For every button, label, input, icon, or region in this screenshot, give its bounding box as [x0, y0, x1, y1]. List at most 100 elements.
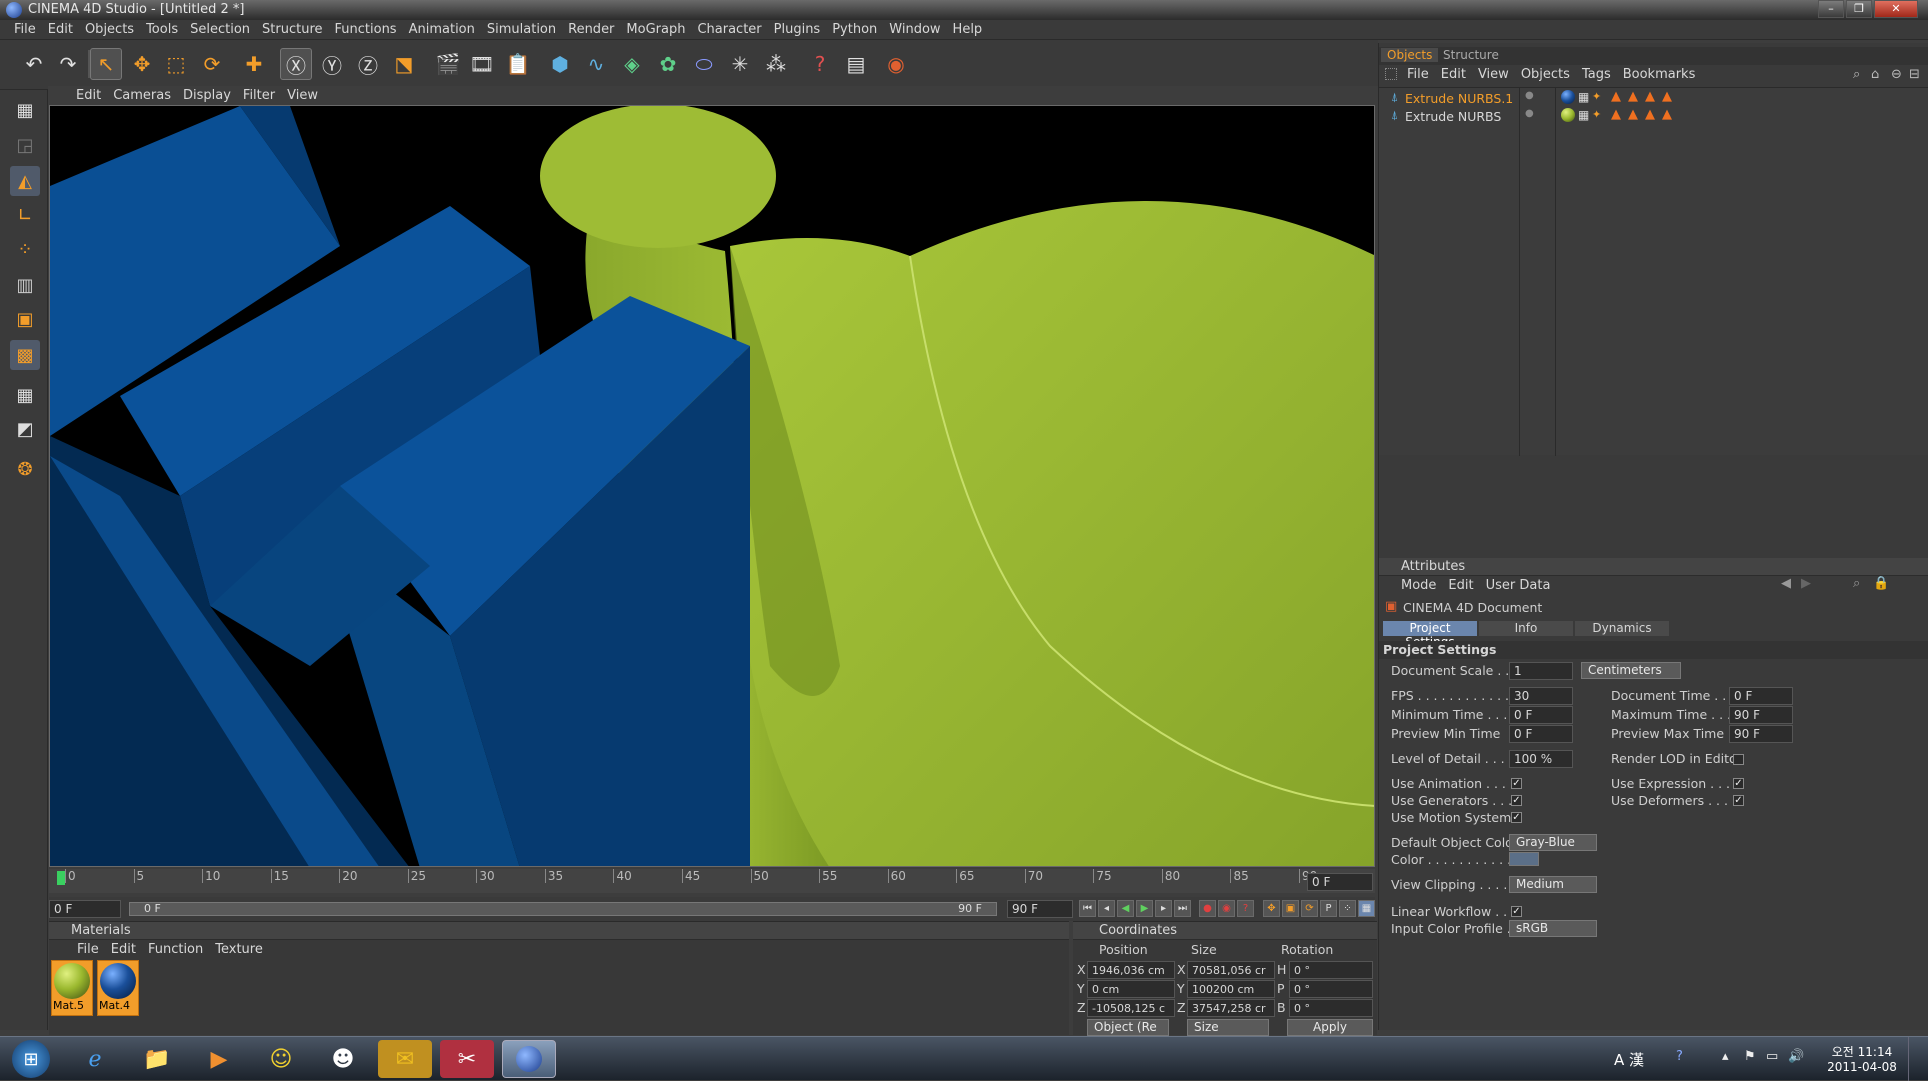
- use-generators-checkbox[interactable]: ✓: [1511, 795, 1522, 806]
- timeline-ruler[interactable]: 051015202530354045505560657075808590 0 F: [49, 869, 1375, 893]
- particles-icon[interactable]: ⁂: [760, 48, 792, 80]
- objects-menu-tags[interactable]: Tags: [1576, 65, 1617, 84]
- size-x-field[interactable]: 70581,056 cr: [1187, 961, 1275, 979]
- close-button[interactable]: ✕: [1874, 0, 1918, 18]
- scene-icon[interactable]: ✳: [724, 48, 756, 80]
- scale-icon[interactable]: ⬚: [160, 48, 192, 80]
- polygons-mode-icon[interactable]: ▣: [10, 304, 40, 334]
- menu-window[interactable]: Window: [883, 20, 946, 39]
- objects-menu-bookmarks[interactable]: Bookmarks: [1617, 65, 1702, 84]
- go-to-end-icon[interactable]: ⏭: [1174, 900, 1191, 917]
- 3d-viewport[interactable]: [49, 105, 1375, 867]
- key-parameter-icon[interactable]: P: [1320, 900, 1337, 917]
- object-name[interactable]: Extrude NURBS.1: [1405, 91, 1513, 106]
- material-menu-file[interactable]: File: [71, 940, 105, 959]
- menu-help[interactable]: Help: [947, 20, 989, 39]
- action-center-flag-icon[interactable]: ⚑: [1744, 1049, 1756, 1064]
- forward-arrow-icon[interactable]: ▶: [1801, 576, 1811, 591]
- object-axis-icon[interactable]: ∟: [10, 200, 40, 230]
- attributes-menu-user-data[interactable]: User Data: [1480, 576, 1557, 595]
- material-swatch-mat4[interactable]: Mat.4: [97, 960, 139, 1016]
- position-y-field[interactable]: 0 cm: [1087, 980, 1175, 998]
- size-y-field[interactable]: 100200 cm: [1187, 980, 1275, 998]
- fps-field[interactable]: 30: [1509, 687, 1573, 705]
- end-frame-field[interactable]: 90 F: [1007, 900, 1073, 918]
- network-icon[interactable]: ▭: [1766, 1049, 1778, 1064]
- layout-icon[interactable]: ▤: [840, 48, 872, 80]
- key-scale-icon[interactable]: ▣: [1282, 900, 1299, 917]
- document-time-field[interactable]: 0 F: [1729, 687, 1793, 705]
- maximum-time-field[interactable]: 90 F: [1729, 706, 1793, 724]
- tab-info[interactable]: Info: [1479, 621, 1573, 636]
- position-x-field[interactable]: 1946,036 cm: [1087, 961, 1175, 979]
- use-expression-checkbox[interactable]: ✓: [1733, 778, 1744, 789]
- menu-simulation[interactable]: Simulation: [481, 20, 562, 39]
- internet-explorer-icon[interactable]: ℯ: [68, 1040, 122, 1078]
- coordinate-system-icon[interactable]: ⬔: [388, 48, 420, 80]
- phong-tag-icon[interactable]: ✦: [1592, 90, 1601, 103]
- model-mode-icon[interactable]: ◭: [10, 166, 40, 196]
- messenger-icon[interactable]: ☺: [254, 1040, 308, 1078]
- objects-menu-edit[interactable]: Edit: [1435, 65, 1472, 84]
- menu-file[interactable]: File: [8, 20, 42, 39]
- maximize-panel-icon[interactable]: ⊟: [1909, 67, 1920, 82]
- material-swatch-mat5[interactable]: Mat.5: [51, 960, 93, 1016]
- back-arrow-icon[interactable]: ◀: [1781, 576, 1791, 591]
- visibility-dots-icon[interactable]: ●: [1525, 108, 1534, 119]
- show-hidden-icons[interactable]: ▴: [1722, 1049, 1729, 1064]
- points-mode-icon[interactable]: ⁘: [10, 234, 40, 264]
- apply-button[interactable]: Apply: [1287, 1019, 1373, 1036]
- input-color-profile-dropdown[interactable]: sRGB: [1509, 920, 1597, 937]
- preview-range-slider[interactable]: 0 F 90 F: [129, 902, 997, 916]
- use-deformers-checkbox[interactable]: ✓: [1733, 795, 1744, 806]
- current-frame-field[interactable]: 0 F: [1307, 873, 1373, 891]
- material-tag-icon[interactable]: [1561, 108, 1575, 122]
- object-name[interactable]: Extrude NURBS: [1405, 109, 1501, 124]
- menu-functions[interactable]: Functions: [329, 20, 403, 39]
- start-frame-field[interactable]: 0 F: [49, 900, 121, 918]
- ime-indicator[interactable]: A 漢: [1614, 1049, 1644, 1070]
- level-of-detail-field[interactable]: 100 %: [1509, 750, 1573, 768]
- key-position-icon[interactable]: ✥: [1263, 900, 1280, 917]
- menu-animation[interactable]: Animation: [403, 20, 481, 39]
- previous-key-icon[interactable]: ◂: [1098, 900, 1115, 917]
- size-z-field[interactable]: 37547,258 cr: [1187, 999, 1275, 1017]
- scheme-icon[interactable]: ▦: [1358, 900, 1375, 917]
- maximize-button[interactable]: ❐: [1846, 0, 1872, 18]
- material-menu-edit[interactable]: Edit: [105, 940, 142, 959]
- record-icon[interactable]: ●: [1199, 900, 1216, 917]
- render-lod-checkbox[interactable]: [1733, 754, 1744, 765]
- document-scale-field[interactable]: 1: [1509, 662, 1573, 680]
- move-icon[interactable]: ✥: [126, 48, 158, 80]
- visibility-dots-icon[interactable]: ●: [1525, 90, 1534, 101]
- keyframe-selection-icon[interactable]: ?: [1237, 900, 1254, 917]
- spline-icon[interactable]: ∿: [580, 48, 612, 80]
- minimum-time-field[interactable]: 0 F: [1509, 706, 1573, 724]
- key-pla-icon[interactable]: ⁘: [1339, 900, 1356, 917]
- panel-grip-icon[interactable]: [1385, 68, 1397, 80]
- texture-tag-icon[interactable]: ▦: [1578, 90, 1589, 104]
- preview-min-time-field[interactable]: 0 F: [1509, 725, 1573, 743]
- home-icon[interactable]: ⌂: [1871, 67, 1879, 82]
- play-backward-icon[interactable]: ◀: [1117, 900, 1134, 917]
- capture-app-icon[interactable]: ✂: [440, 1040, 494, 1078]
- linear-workflow-checkbox[interactable]: ✓: [1511, 906, 1522, 917]
- play-forward-icon[interactable]: ▶: [1136, 900, 1153, 917]
- notes-app-icon[interactable]: ✉: [378, 1040, 432, 1078]
- objects-menu-objects[interactable]: Objects: [1515, 65, 1576, 84]
- sculpt-icon[interactable]: ❂: [10, 454, 40, 484]
- size-mode-dropdown[interactable]: Size: [1187, 1019, 1269, 1036]
- menu-plugins[interactable]: Plugins: [768, 20, 827, 39]
- layout-switch-icon[interactable]: ▦: [10, 95, 40, 125]
- edit-mode-icon[interactable]: ◲: [10, 130, 40, 160]
- x-axis-lock-icon[interactable]: Ⓧ: [280, 48, 312, 80]
- show-desktop-button[interactable]: [1908, 1037, 1928, 1081]
- media-player-icon[interactable]: ▶: [192, 1040, 246, 1078]
- undo-icon[interactable]: ↶: [18, 48, 50, 80]
- rotation-b-field[interactable]: 0 °: [1289, 999, 1373, 1017]
- selection-tags-icon[interactable]: ▲▲▲▲: [1611, 89, 1679, 104]
- coordinate-mode-dropdown[interactable]: Object (Re: [1087, 1019, 1169, 1036]
- tab-project-settings[interactable]: Project Settings: [1383, 621, 1477, 649]
- menu-character[interactable]: Character: [691, 20, 767, 39]
- volume-icon[interactable]: 🔊: [1788, 1049, 1804, 1064]
